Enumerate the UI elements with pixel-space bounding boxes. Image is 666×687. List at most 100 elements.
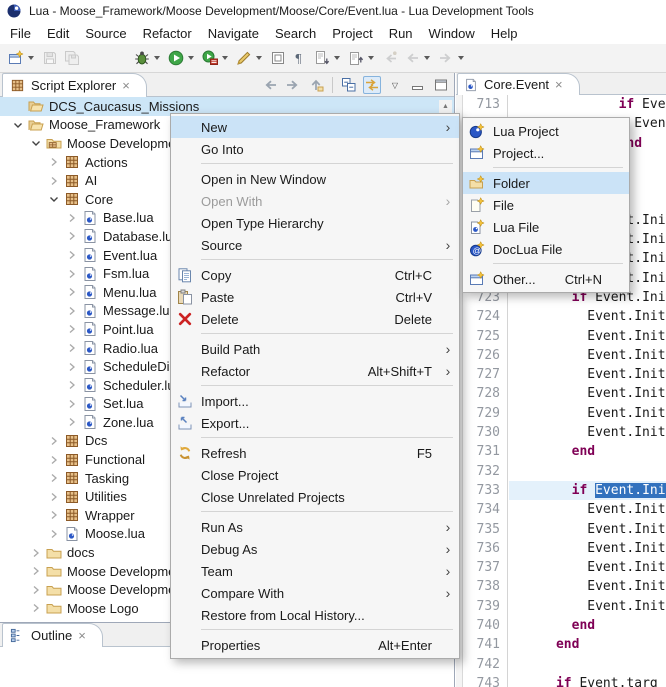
dropdown-caret-icon[interactable] xyxy=(222,56,228,60)
toolbar-previous-annotation-button[interactable] xyxy=(345,46,379,70)
menu-item-close-unrelated-projects[interactable]: Close Unrelated Projects xyxy=(171,486,459,508)
back-button[interactable] xyxy=(261,76,279,94)
scrollbar-up-button[interactable]: ▲ xyxy=(439,100,452,113)
dropdown-caret-icon[interactable] xyxy=(368,56,374,60)
menu-item-lua-file[interactable]: Lua File xyxy=(463,216,629,238)
chevron-collapsed-icon[interactable] xyxy=(46,154,62,170)
menu-item-close-project[interactable]: Close Project xyxy=(171,464,459,486)
toolbar-run-button[interactable] xyxy=(165,46,199,70)
chevron-collapsed-icon[interactable] xyxy=(28,619,44,621)
toolbar-highlighter-button[interactable] xyxy=(233,46,267,70)
chevron-expanded-icon[interactable] xyxy=(46,191,62,207)
close-icon[interactable]: × xyxy=(78,629,86,642)
chevron-collapsed-icon[interactable] xyxy=(46,489,62,505)
menu-item-paste[interactable]: PasteCtrl+V xyxy=(171,286,459,308)
menu-item-delete[interactable]: DeleteDelete xyxy=(171,308,459,330)
link-with-editor-button[interactable] xyxy=(363,76,381,94)
chevron-collapsed-icon[interactable] xyxy=(64,303,80,319)
chevron-expanded-icon[interactable] xyxy=(10,117,26,133)
chevron-collapsed-icon[interactable] xyxy=(46,452,62,468)
chevron-collapsed-icon[interactable] xyxy=(46,433,62,449)
dropdown-caret-icon[interactable] xyxy=(424,56,430,60)
menu-item-team[interactable]: Team› xyxy=(171,560,459,582)
menubar-item-edit[interactable]: Edit xyxy=(39,24,77,43)
maximize-button[interactable] xyxy=(432,76,450,94)
toolbar-block-selection-button[interactable] xyxy=(267,46,289,70)
chevron-collapsed-icon[interactable] xyxy=(64,377,80,393)
chevron-collapsed-icon[interactable] xyxy=(46,173,62,189)
dropdown-caret-icon[interactable] xyxy=(334,56,340,60)
chevron-collapsed-icon[interactable] xyxy=(64,396,80,412)
menu-item-properties[interactable]: PropertiesAlt+Enter xyxy=(171,634,459,656)
menu-item-source[interactable]: Source› xyxy=(171,234,459,256)
dropdown-caret-icon[interactable] xyxy=(256,56,262,60)
chevron-collapsed-icon[interactable] xyxy=(64,284,80,300)
tab-core-event[interactable]: Core.Event × xyxy=(457,73,580,95)
menu-item-export[interactable]: Export... xyxy=(171,412,459,434)
chevron-collapsed-icon[interactable] xyxy=(64,414,80,430)
menu-item-copy[interactable]: CopyCtrl+C xyxy=(171,264,459,286)
menu-item-import[interactable]: Import... xyxy=(171,390,459,412)
menubar-item-file[interactable]: File xyxy=(2,24,39,43)
toolbar-next-annotation-button[interactable] xyxy=(311,46,345,70)
toolbar-run-coverage-button[interactable] xyxy=(199,46,233,70)
menubar-item-navigate[interactable]: Navigate xyxy=(200,24,267,43)
menu-item-other[interactable]: Other...Ctrl+N xyxy=(463,268,629,290)
menu-item-go-into[interactable]: Go Into xyxy=(171,138,459,160)
toolbar-save-button[interactable] xyxy=(39,46,61,70)
menubar-item-window[interactable]: Window xyxy=(421,24,483,43)
menu-item-refresh[interactable]: RefreshF5 xyxy=(171,442,459,464)
menubar-item-run[interactable]: Run xyxy=(381,24,421,43)
toolbar-last-edit-location-button[interactable] xyxy=(379,46,401,70)
chevron-collapsed-icon[interactable] xyxy=(64,266,80,282)
menu-item-debug-as[interactable]: Debug As› xyxy=(171,538,459,560)
dropdown-caret-icon[interactable] xyxy=(458,56,464,60)
chevron-collapsed-icon[interactable] xyxy=(64,210,80,226)
menubar-item-help[interactable]: Help xyxy=(483,24,526,43)
chevron-collapsed-icon[interactable] xyxy=(28,545,44,561)
forward-button[interactable] xyxy=(284,76,302,94)
chevron-collapsed-icon[interactable] xyxy=(46,470,62,486)
menubar-item-source[interactable]: Source xyxy=(77,24,134,43)
toolbar-debug-button[interactable] xyxy=(131,46,165,70)
menu-item-project[interactable]: Project... xyxy=(463,142,629,164)
chevron-collapsed-icon[interactable] xyxy=(64,359,80,375)
collapse-all-button[interactable] xyxy=(340,76,358,94)
chevron-collapsed-icon[interactable] xyxy=(46,507,62,523)
close-icon[interactable]: × xyxy=(555,78,563,91)
chevron-collapsed-icon[interactable] xyxy=(28,563,44,579)
dropdown-caret-icon[interactable] xyxy=(28,56,34,60)
chevron-expanded-icon[interactable] xyxy=(28,135,44,151)
chevron-collapsed-icon[interactable] xyxy=(28,600,44,616)
toolbar-show-whitespace-button[interactable]: ¶ xyxy=(289,46,311,70)
view-menu-button[interactable]: ▽ xyxy=(386,76,404,94)
toolbar-save-all-button[interactable] xyxy=(61,46,83,70)
menu-item-new[interactable]: New› xyxy=(171,116,459,138)
menu-item-refactor[interactable]: RefactorAlt+Shift+T› xyxy=(171,360,459,382)
menu-item-open-type-hierarchy[interactable]: Open Type Hierarchy xyxy=(171,212,459,234)
chevron-collapsed-icon[interactable] xyxy=(46,526,62,542)
toolbar-forward-button[interactable] xyxy=(435,46,469,70)
menu-item-build-path[interactable]: Build Path› xyxy=(171,338,459,360)
dropdown-caret-icon[interactable] xyxy=(154,56,160,60)
menubar-item-refactor[interactable]: Refactor xyxy=(135,24,200,43)
chevron-collapsed-icon[interactable] xyxy=(64,228,80,244)
menu-item-compare-with[interactable]: Compare With› xyxy=(171,582,459,604)
chevron-collapsed-icon[interactable] xyxy=(64,321,80,337)
tab-script-explorer[interactable]: Script Explorer × xyxy=(2,73,147,97)
menu-item-file[interactable]: File xyxy=(463,194,629,216)
menu-item-folder[interactable]: Folder xyxy=(463,172,629,194)
menu-item-restore-from-local-history[interactable]: Restore from Local History... xyxy=(171,604,459,626)
menubar-item-search[interactable]: Search xyxy=(267,24,324,43)
up-button[interactable] xyxy=(307,76,325,94)
toolbar-back-button[interactable] xyxy=(401,46,435,70)
menu-item-doclua-file[interactable]: @DocLua File xyxy=(463,238,629,260)
dropdown-caret-icon[interactable] xyxy=(188,56,194,60)
chevron-collapsed-icon[interactable] xyxy=(28,582,44,598)
toolbar-new-wizard-button[interactable] xyxy=(5,46,39,70)
close-icon[interactable]: × xyxy=(122,79,130,92)
tab-outline[interactable]: Outline × xyxy=(2,623,103,647)
chevron-collapsed-icon[interactable] xyxy=(64,340,80,356)
menu-item-open-in-new-window[interactable]: Open in New Window xyxy=(171,168,459,190)
minimize-button[interactable] xyxy=(409,76,427,94)
